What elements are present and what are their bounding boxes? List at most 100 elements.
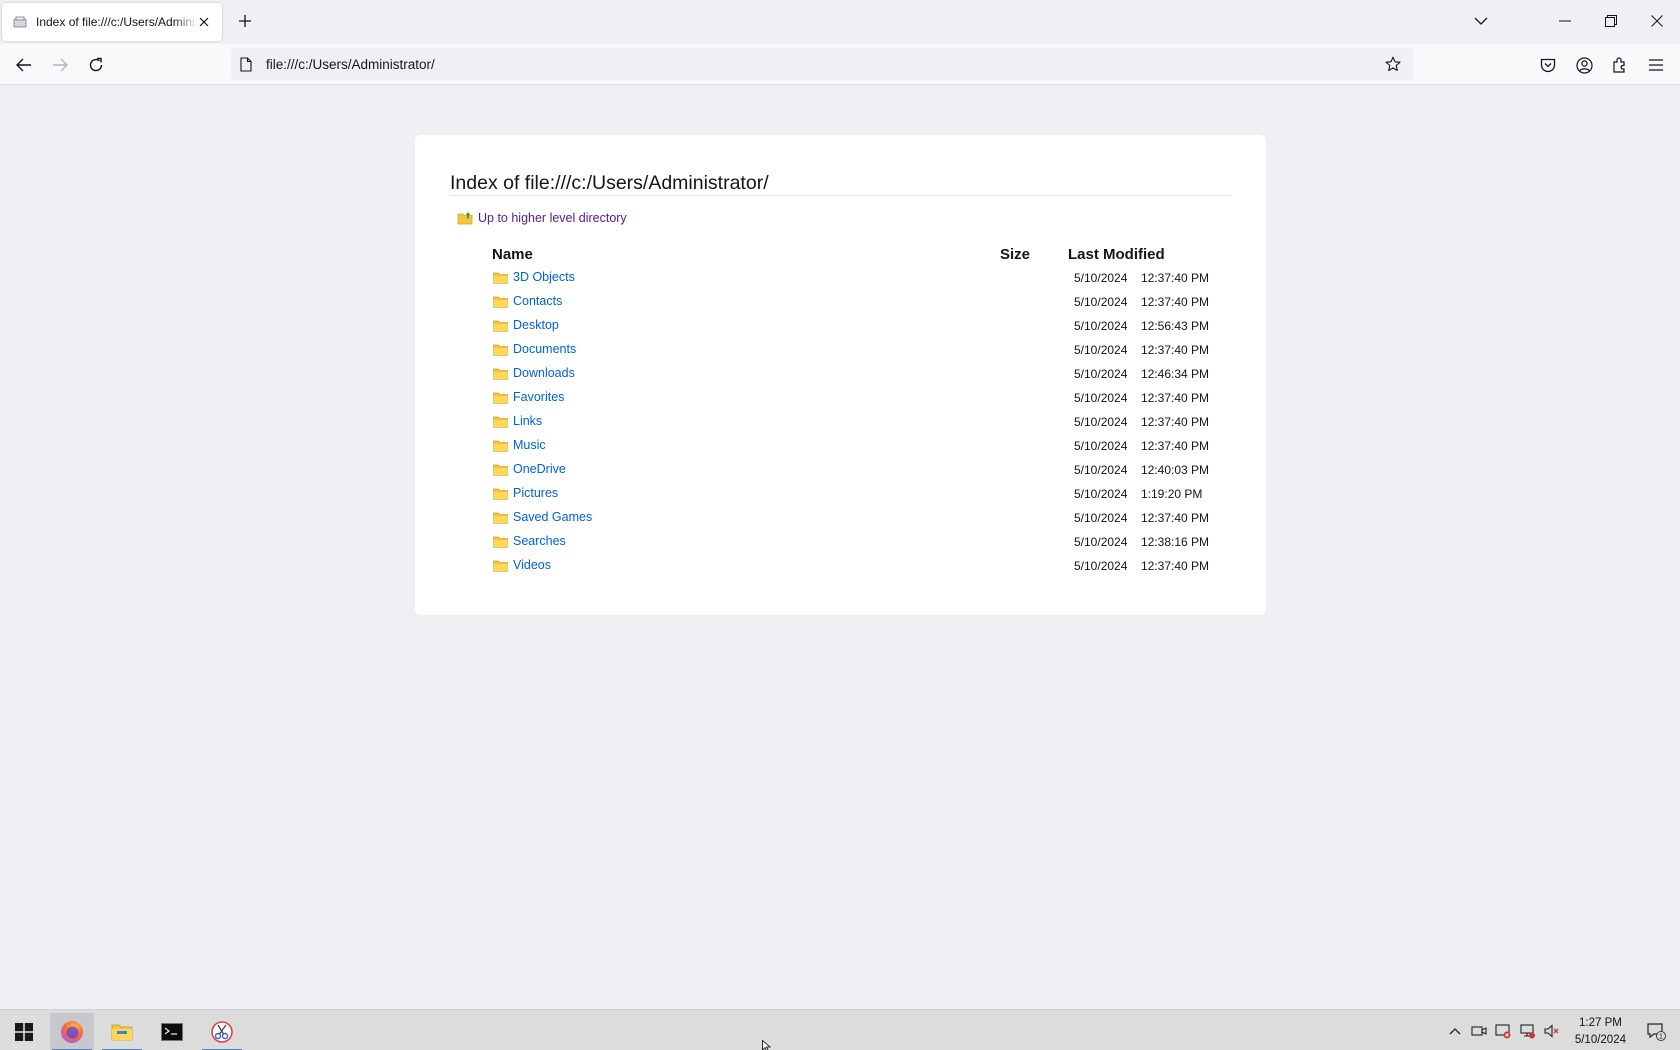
directory-row[interactable]: Videos 5/10/2024 12:37:40 PM <box>493 556 1213 578</box>
folder-icon <box>493 272 508 284</box>
column-header-last-modified[interactable]: Last Modified <box>1068 246 1165 263</box>
file-explorer-icon <box>111 1024 133 1041</box>
modified-time: 12:37:40 PM <box>1141 415 1210 429</box>
folder-link[interactable]: Contacts <box>513 294 562 308</box>
clock-time: 1:27 PM <box>1579 1017 1622 1029</box>
modified-date: 5/10/2024 <box>1074 535 1128 549</box>
folder-link[interactable]: 3D Objects <box>513 270 575 284</box>
page-title: Index of file:///c:/Users/Administrator/ <box>450 172 769 194</box>
folder-link[interactable]: Desktop <box>513 318 559 332</box>
network-icon[interactable] <box>1518 1022 1536 1040</box>
folder-icon <box>493 344 508 356</box>
forward-icon[interactable] <box>48 53 72 77</box>
folder-link[interactable]: Pictures <box>513 486 558 500</box>
taskbar: 1:27 PM 5/10/2024 1 <box>0 1009 1680 1050</box>
folder-link[interactable]: OneDrive <box>513 462 566 476</box>
terminal-icon <box>161 1023 183 1041</box>
directory-row[interactable]: Downloads 5/10/2024 12:46:34 PM <box>493 364 1213 386</box>
directory-row[interactable]: Pictures 5/10/2024 1:19:20 PM <box>493 484 1213 506</box>
minimize-icon[interactable] <box>1554 10 1576 32</box>
page-content: Index of file:///c:/Users/Administrator/… <box>0 85 1680 1009</box>
notification-count: 1 <box>1659 1034 1663 1041</box>
directory-row[interactable]: Contacts 5/10/2024 12:37:40 PM <box>493 292 1213 314</box>
close-tab-icon[interactable] <box>196 14 212 30</box>
directory-row[interactable]: Links 5/10/2024 12:37:40 PM <box>493 412 1213 434</box>
folder-icon <box>493 560 508 572</box>
notification-center-icon[interactable]: 1 <box>1646 1021 1666 1041</box>
directory-row[interactable]: Searches 5/10/2024 12:38:16 PM <box>493 532 1213 554</box>
folder-icon <box>493 368 508 380</box>
up-directory-link[interactable]: Up to higher level directory <box>457 211 627 225</box>
directory-listing-card: Index of file:///c:/Users/Administrator/… <box>415 135 1266 615</box>
modified-date: 5/10/2024 <box>1074 271 1128 285</box>
tab-strip: Index of file:///c:/Users/Administrator/ <box>0 0 1680 44</box>
modified-date: 5/10/2024 <box>1074 463 1128 477</box>
list-all-tabs-icon[interactable] <box>1470 10 1492 32</box>
folder-icon <box>493 488 508 500</box>
modified-time: 12:46:34 PM <box>1141 367 1210 381</box>
folder-link[interactable]: Searches <box>513 534 566 548</box>
modified-date: 5/10/2024 <box>1074 559 1128 573</box>
folder-link[interactable]: Links <box>513 414 542 428</box>
firefox-icon <box>61 1021 83 1043</box>
extensions-icon[interactable] <box>1610 55 1630 75</box>
folder-link[interactable]: Downloads <box>513 366 575 380</box>
page-info-icon[interactable] <box>240 56 256 72</box>
modified-date: 5/10/2024 <box>1074 343 1128 357</box>
taskbar-snipping-tool[interactable] <box>200 1013 244 1050</box>
directory-row[interactable]: 3D Objects 5/10/2024 12:37:40 PM <box>493 268 1213 290</box>
directory-row[interactable]: Desktop 5/10/2024 12:56:43 PM <box>493 316 1213 338</box>
navigation-toolbar: file:///c:/Users/Administrator/ <box>0 44 1680 85</box>
start-button[interactable] <box>2 1013 46 1050</box>
taskbar-firefox[interactable] <box>50 1013 94 1050</box>
modified-date: 5/10/2024 <box>1074 487 1128 501</box>
modified-time: 12:37:40 PM <box>1141 295 1210 309</box>
active-tab[interactable]: Index of file:///c:/Users/Administrator/ <box>2 3 222 41</box>
up-directory-label[interactable]: Up to higher level directory <box>478 211 627 225</box>
folder-icon <box>493 512 508 524</box>
folder-link[interactable]: Documents <box>513 342 576 356</box>
modified-date: 5/10/2024 <box>1074 319 1128 333</box>
folder-icon <box>493 416 508 428</box>
url-text[interactable]: file:///c:/Users/Administrator/ <box>266 57 435 72</box>
page-favicon-icon <box>12 14 28 30</box>
system-clock[interactable]: 1:27 PM 5/10/2024 <box>1575 1015 1626 1049</box>
directory-row[interactable]: OneDrive 5/10/2024 12:40:03 PM <box>493 460 1213 482</box>
pocket-icon[interactable] <box>1538 55 1558 75</box>
directory-row[interactable]: Documents 5/10/2024 12:37:40 PM <box>493 340 1213 362</box>
bookmark-star-icon[interactable] <box>1385 56 1401 72</box>
modified-time: 12:37:40 PM <box>1141 559 1210 573</box>
folder-icon <box>493 392 508 404</box>
meet-now-icon[interactable] <box>1470 1022 1488 1040</box>
taskbar-terminal[interactable] <box>150 1013 194 1050</box>
modified-time: 12:37:40 PM <box>1141 391 1210 405</box>
modified-date: 5/10/2024 <box>1074 295 1128 309</box>
back-icon[interactable] <box>12 53 36 77</box>
taskbar-file-explorer[interactable] <box>100 1013 144 1050</box>
close-window-icon[interactable] <box>1646 10 1668 32</box>
directory-row[interactable]: Music 5/10/2024 12:37:40 PM <box>493 436 1213 458</box>
volume-muted-icon[interactable] <box>1542 1022 1560 1040</box>
folder-link[interactable]: Saved Games <box>513 510 592 524</box>
modified-time: 12:37:40 PM <box>1141 271 1210 285</box>
up-folder-icon <box>457 212 473 225</box>
folder-link[interactable]: Music <box>513 438 546 452</box>
directory-row[interactable]: Favorites 5/10/2024 12:37:40 PM <box>493 388 1213 410</box>
modified-date: 5/10/2024 <box>1074 415 1128 429</box>
column-header-name[interactable]: Name <box>492 246 533 263</box>
tab-title: Index of file:///c:/Users/Administrator/ <box>36 15 198 29</box>
account-icon[interactable] <box>1574 55 1594 75</box>
directory-row[interactable]: Saved Games 5/10/2024 12:37:40 PM <box>493 508 1213 530</box>
folder-link[interactable]: Videos <box>513 558 551 572</box>
modified-time: 1:19:20 PM <box>1141 487 1203 501</box>
reload-icon[interactable] <box>84 53 108 77</box>
new-tab-icon[interactable] <box>236 12 254 30</box>
restore-icon[interactable] <box>1600 10 1622 32</box>
column-header-size[interactable]: Size <box>1000 246 1030 263</box>
show-hidden-icons-icon[interactable] <box>1446 1022 1464 1040</box>
security-alert-icon[interactable] <box>1494 1022 1512 1040</box>
folder-link[interactable]: Favorites <box>513 390 564 404</box>
menu-icon[interactable] <box>1646 55 1666 75</box>
url-bar[interactable]: file:///c:/Users/Administrator/ <box>231 48 1413 80</box>
mouse-cursor-icon <box>762 1040 772 1050</box>
